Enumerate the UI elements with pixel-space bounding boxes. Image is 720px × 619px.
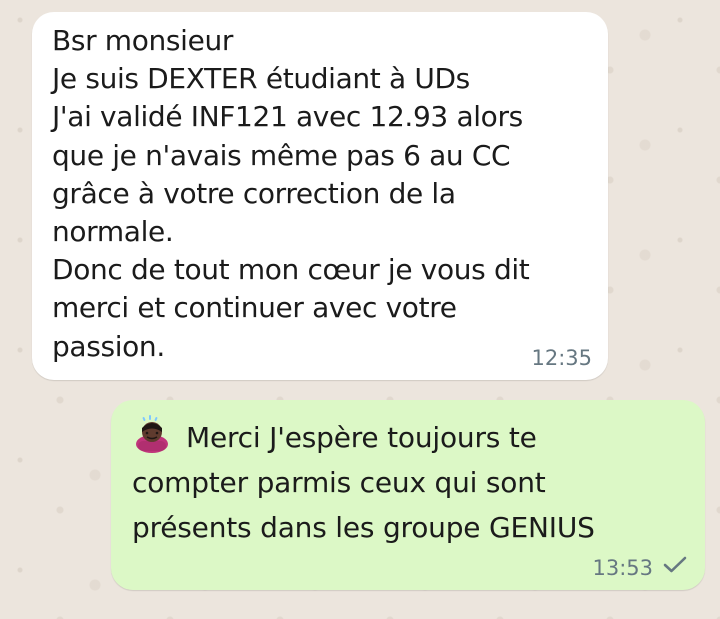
outgoing-message-content: Merci J'espère toujours te compter parmi… [132, 414, 685, 550]
incoming-message-text: Bsr monsieur Je suis DEXTER étudiant à U… [52, 24, 530, 363]
man-bowing-emoji-icon [132, 414, 172, 454]
outgoing-message-meta: 13:53 [592, 555, 689, 580]
single-check-icon [661, 555, 689, 580]
outgoing-message-text: Merci J'espère toujours te compter parmi… [132, 421, 595, 544]
incoming-message-meta: 12:35 [531, 346, 592, 370]
message-timestamp: 12:35 [531, 346, 592, 370]
outgoing-message-bubble[interactable]: Merci J'espère toujours te compter parmi… [111, 400, 705, 590]
incoming-message-bubble[interactable]: Bsr monsieur Je suis DEXTER étudiant à U… [32, 12, 608, 380]
message-timestamp: 13:53 [592, 555, 653, 580]
